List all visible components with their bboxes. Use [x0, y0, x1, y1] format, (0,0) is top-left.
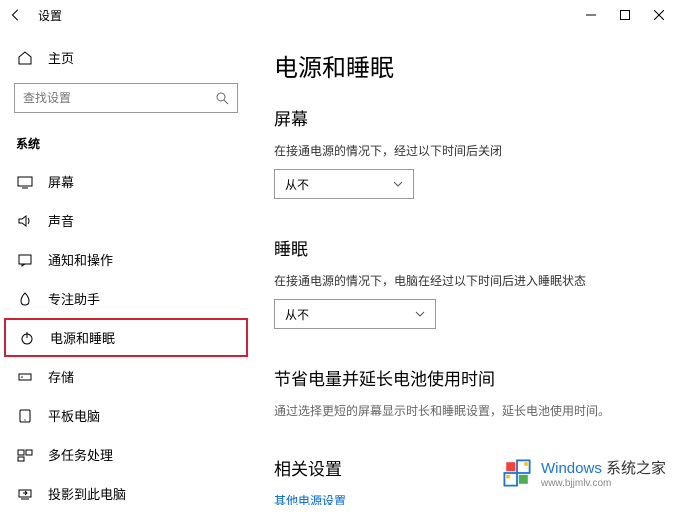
sidebar-item-label: 声音	[48, 211, 74, 230]
screen-timeout-dropdown[interactable]: 从不	[274, 169, 414, 199]
sidebar: 主页 系统 屏幕 声音 通知和操作 专注助手	[0, 30, 252, 505]
search-input[interactable]	[14, 83, 238, 113]
battery-description: 通过选择更短的屏幕显示时长和睡眠设置，延长电池使用时间。	[274, 402, 654, 419]
display-icon	[16, 173, 34, 191]
notification-icon	[16, 251, 34, 269]
sidebar-item-tablet[interactable]: 平板电脑	[0, 396, 252, 435]
home-label: 主页	[48, 48, 74, 67]
home-icon	[16, 49, 34, 67]
sidebar-item-label: 屏幕	[48, 172, 74, 191]
sidebar-item-label: 电源和睡眠	[50, 328, 115, 347]
sidebar-item-storage[interactable]: 存储	[0, 357, 252, 396]
sidebar-item-projecting[interactable]: 投影到此电脑	[0, 474, 252, 513]
sidebar-item-label: 多任务处理	[48, 445, 113, 464]
minimize-button[interactable]	[584, 8, 598, 22]
focus-icon	[16, 290, 34, 308]
window-title: 设置	[38, 7, 62, 24]
minimize-icon	[586, 10, 596, 20]
dropdown-value: 从不	[285, 176, 309, 193]
screen-description: 在接通电源的情况下，经过以下时间后关闭	[274, 142, 654, 159]
search-icon	[215, 91, 229, 105]
search-field[interactable]	[23, 91, 215, 105]
maximize-button[interactable]	[618, 8, 632, 22]
sidebar-item-multitask[interactable]: 多任务处理	[0, 435, 252, 474]
multitask-icon	[16, 446, 34, 464]
arrow-left-icon	[9, 8, 23, 22]
nav-list: 屏幕 声音 通知和操作 专注助手 电源和睡眠 存储	[0, 162, 252, 513]
maximize-icon	[620, 10, 630, 20]
storage-icon	[16, 368, 34, 386]
body: 主页 系统 屏幕 声音 通知和操作 专注助手	[0, 30, 680, 505]
sidebar-item-label: 平板电脑	[48, 406, 100, 425]
sidebar-item-label: 通知和操作	[48, 250, 113, 269]
page-title: 电源和睡眠	[274, 48, 654, 83]
title-bar-left: 设置	[8, 7, 62, 24]
tablet-icon	[16, 407, 34, 425]
sidebar-item-power[interactable]: 电源和睡眠	[4, 318, 248, 357]
sidebar-item-display[interactable]: 屏幕	[0, 162, 252, 201]
window-controls	[584, 8, 672, 22]
chevron-down-icon	[393, 179, 403, 189]
sleep-heading: 睡眠	[274, 235, 654, 260]
title-bar: 设置	[0, 0, 680, 30]
back-button[interactable]	[8, 7, 24, 23]
power-icon	[18, 329, 36, 347]
close-button[interactable]	[652, 8, 666, 22]
chevron-down-icon	[415, 309, 425, 319]
screen-heading: 屏幕	[274, 105, 654, 130]
section-header: 系统	[0, 127, 252, 162]
sound-icon	[16, 212, 34, 230]
sidebar-item-label: 存储	[48, 367, 74, 386]
battery-heading: 节省电量并延长电池使用时间	[274, 365, 654, 390]
sleep-description: 在接通电源的情况下，电脑在经过以下时间后进入睡眠状态	[274, 272, 654, 289]
sidebar-item-sound[interactable]: 声音	[0, 201, 252, 240]
sidebar-item-label: 投影到此电脑	[48, 484, 126, 503]
sleep-timeout-dropdown[interactable]: 从不	[274, 299, 436, 329]
related-heading: 相关设置	[274, 455, 654, 480]
related-link[interactable]: 其他电源设置	[274, 492, 654, 505]
sidebar-item-label: 专注助手	[48, 289, 100, 308]
close-icon	[654, 10, 664, 20]
dropdown-value: 从不	[285, 306, 309, 323]
content-panel: 电源和睡眠 屏幕 在接通电源的情况下，经过以下时间后关闭 从不 睡眠 在接通电源…	[252, 30, 680, 505]
sidebar-item-notifications[interactable]: 通知和操作	[0, 240, 252, 279]
projecting-icon	[16, 485, 34, 503]
home-button[interactable]: 主页	[0, 38, 252, 77]
sidebar-item-focus[interactable]: 专注助手	[0, 279, 252, 318]
